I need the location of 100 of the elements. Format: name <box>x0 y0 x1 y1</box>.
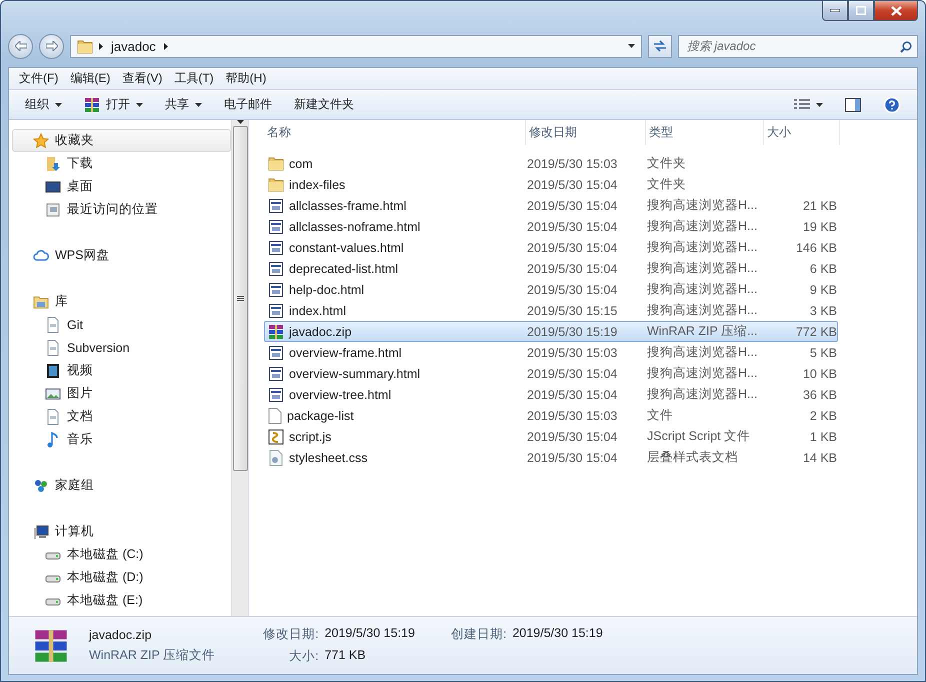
forward-arrow-icon <box>46 41 58 51</box>
file-row[interactable]: index-files 2019/5/30 15:04 文件夹 <box>264 174 838 195</box>
file-row[interactable]: overview-frame.html 2019/5/30 15:03 搜狗高速浏览器H... 5 KB <box>264 342 838 363</box>
film-icon <box>45 362 61 378</box>
sidebar-item[interactable]: 最近访问的位置 <box>12 198 231 221</box>
sidebar-item[interactable]: WPS网盘 <box>12 244 231 267</box>
sidebar-item[interactable]: 音乐 <box>12 428 231 451</box>
file-row[interactable]: javadoc.zip 2019/5/30 15:19 WinRAR ZIP 压缩... 772 KB <box>264 321 838 342</box>
computer-icon <box>33 524 49 540</box>
sidebar-item[interactable]: Subversion <box>12 336 231 359</box>
menu-item[interactable]: 文件(F) <box>13 68 64 89</box>
modified-date: 2019/5/30 15:04 <box>527 430 618 444</box>
html-file-icon <box>268 366 284 382</box>
scrollbar[interactable] <box>231 120 248 616</box>
sidebar-item[interactable]: 收藏夹 <box>12 129 231 152</box>
file-type: 搜狗高速浏览器H... <box>647 260 758 277</box>
file-size: 146 KB <box>794 240 837 254</box>
back-button[interactable] <box>8 34 33 58</box>
folder-icon <box>77 38 93 54</box>
file-type: 搜狗高速浏览器H... <box>647 386 758 403</box>
homegroup-icon <box>33 478 49 494</box>
caret-icon <box>55 102 62 106</box>
column-header[interactable]: 修改日期 <box>526 120 646 145</box>
file-row[interactable]: help-doc.html 2019/5/30 15:04 搜狗高速浏览器H... 9 KB <box>264 279 838 300</box>
file-name: package-list <box>287 408 354 422</box>
file-size: 772 KB <box>794 324 837 338</box>
folder-icon <box>268 156 284 171</box>
sidebar-item[interactable]: 本地磁盘 (E:) <box>12 589 231 612</box>
modified-date: 2019/5/30 15:03 <box>527 408 618 422</box>
sidebar-item[interactable]: 文档 <box>12 405 231 428</box>
forward-button[interactable] <box>39 34 64 58</box>
search-field[interactable]: 搜索 javadoc <box>678 34 918 58</box>
address-bar[interactable]: javadoc <box>70 34 642 58</box>
grip-icon <box>236 296 244 301</box>
menu-item[interactable]: 编辑(E) <box>64 68 116 89</box>
maximize-button[interactable] <box>848 1 874 21</box>
help-icon <box>883 96 901 114</box>
minimize-button[interactable] <box>822 1 848 21</box>
file-size: 10 KB <box>802 366 837 380</box>
file-row[interactable]: stylesheet.css 2019/5/30 15:04 层叠样式表文档 14 KB <box>264 447 838 468</box>
sidebar-item[interactable]: Git <box>12 313 231 336</box>
modified-date: 2019/5/30 15:04 <box>527 388 618 402</box>
file-row[interactable]: deprecated-list.html 2019/5/30 15:04 搜狗高速浏览器H... 6 KB <box>264 258 838 279</box>
file-name: script.js <box>289 430 332 444</box>
file-size: 14 KB <box>802 450 837 464</box>
file-row[interactable]: constant-values.html 2019/5/30 15:04 搜狗高速浏览器H... 146 KB <box>264 237 838 258</box>
toolbar-button[interactable]: 新建文件夹 <box>286 93 362 116</box>
file-type: 文件 <box>647 407 674 424</box>
column-header[interactable]: 名称 <box>264 120 526 145</box>
minimize-icon <box>830 9 840 12</box>
file-type: WinRAR ZIP 压缩... <box>647 323 759 340</box>
sidebar-item[interactable]: 桌面 <box>12 175 231 198</box>
file-row[interactable]: com 2019/5/30 15:03 文件夹 <box>264 153 838 174</box>
file-row[interactable]: package-list 2019/5/30 15:03 文件 2 KB <box>264 405 838 426</box>
detail-value: 2019/5/30 15:19 <box>512 626 603 642</box>
file-row[interactable]: script.js 2019/5/30 15:04 JScript Script 文件 1 KB <box>264 426 838 447</box>
html-file-icon <box>268 198 284 214</box>
sidebar-item[interactable]: 家庭组 <box>12 474 231 497</box>
file-size: 3 KB <box>808 304 837 318</box>
html-file-icon <box>268 344 284 360</box>
sidebar-item[interactable]: 库 <box>12 290 231 313</box>
chevron-icon <box>99 42 103 50</box>
toolbar-button[interactable]: 共享 <box>157 93 210 116</box>
close-button[interactable] <box>874 1 918 21</box>
sidebar-item[interactable]: 计算机 <box>12 520 231 543</box>
file-row[interactable]: allclasses-noframe.html 2019/5/30 15:04 搜狗高速浏览器H... 19 KB <box>264 216 838 237</box>
open-button[interactable]: 打开 <box>76 93 151 116</box>
file-type: 搜狗高速浏览器H... <box>647 197 758 214</box>
sidebar-item[interactable]: 图片 <box>12 382 231 405</box>
file-row[interactable]: overview-summary.html 2019/5/30 15:04 搜狗高速浏览器H... 10 KB <box>264 363 838 384</box>
blank-file-icon <box>268 408 282 424</box>
sidebar-item[interactable]: 本地磁盘 (C:) <box>12 543 231 566</box>
document-icon <box>45 316 61 332</box>
column-header[interactable]: 类型 <box>646 120 764 145</box>
menu-item[interactable]: 帮助(H) <box>220 68 272 89</box>
sidebar-item[interactable]: 下载 <box>12 152 231 175</box>
file-type: JScript Script 文件 <box>647 428 752 445</box>
sidebar-item[interactable]: 视频 <box>12 359 231 382</box>
archive-icon <box>268 324 284 340</box>
modified-date: 2019/5/30 15:04 <box>527 220 618 234</box>
music-note-icon <box>45 432 61 448</box>
menu-item[interactable]: 查看(V) <box>116 68 168 89</box>
breadcrumb[interactable]: javadoc <box>109 38 158 54</box>
cloud-icon <box>33 248 49 264</box>
column-header[interactable]: 大小 <box>764 120 840 145</box>
file-name: overview-frame.html <box>289 346 402 360</box>
file-type: WinRAR ZIP 压缩文件 <box>89 646 216 664</box>
html-file-icon <box>268 218 284 234</box>
sidebar-item[interactable]: 本地磁盘 (D:) <box>12 566 231 589</box>
toolbar-button[interactable]: 组织 <box>17 93 70 116</box>
html-file-icon <box>268 302 284 318</box>
file-row[interactable]: allclasses-frame.html 2019/5/30 15:04 搜狗高速浏览器H... 21 KB <box>264 195 838 216</box>
refresh-icon <box>653 40 667 52</box>
refresh-button[interactable] <box>648 34 672 58</box>
toolbar-button[interactable]: 电子邮件 <box>216 93 280 116</box>
file-row[interactable]: overview-tree.html 2019/5/30 15:04 搜狗高速浏览器H... 36 KB <box>264 384 838 405</box>
menu-item[interactable]: 工具(T) <box>168 68 220 89</box>
file-name: com <box>289 156 313 170</box>
file-row[interactable]: index.html 2019/5/30 15:15 搜狗高速浏览器H... 3 KB <box>264 300 838 321</box>
caret-icon <box>816 102 823 106</box>
